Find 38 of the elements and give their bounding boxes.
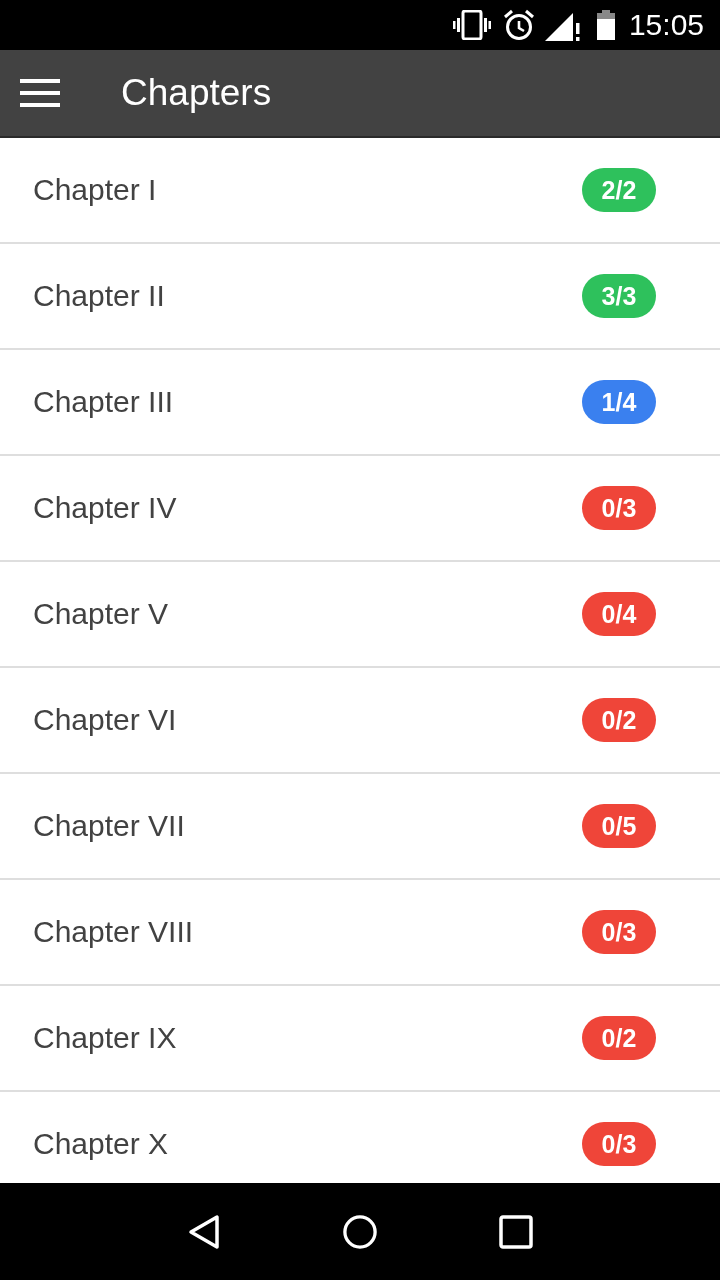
clock-time: 15:05: [628, 8, 704, 42]
chapter-list-item[interactable]: Chapter III 1/4: [0, 350, 720, 456]
chapter-title: Chapter IV: [33, 491, 177, 525]
progress-badge: 0/3: [582, 486, 656, 530]
progress-badge: 0/3: [582, 1122, 656, 1166]
progress-badge: 2/2: [582, 168, 656, 212]
recent-apps-icon[interactable]: [499, 1213, 533, 1250]
chapter-list-item[interactable]: Chapter IX 0/2: [0, 986, 720, 1092]
progress-badge: 3/3: [582, 274, 656, 318]
chapter-title: Chapter V: [33, 597, 169, 631]
back-icon[interactable]: [187, 1213, 221, 1250]
alarm-clock-icon: [502, 9, 535, 41]
chapter-list-item[interactable]: Chapter VI 0/2: [0, 668, 720, 774]
home-icon[interactable]: [343, 1213, 377, 1250]
menu-icon[interactable]: [20, 79, 60, 107]
progress-badge: 1/4: [582, 380, 656, 424]
chapter-title: Chapter VII: [33, 809, 185, 843]
progress-badge: 0/5: [582, 804, 656, 848]
progress-badge: 0/2: [582, 1016, 656, 1060]
chapter-list-item[interactable]: Chapter VIII 0/3: [0, 880, 720, 986]
battery-icon: [596, 10, 615, 40]
vibrate-icon: [452, 10, 491, 40]
chapter-title: Chapter X: [33, 1127, 169, 1161]
chapter-title: Chapter II: [33, 279, 165, 313]
chapter-list-item[interactable]: Chapter IV 0/3: [0, 456, 720, 562]
chapter-list-item[interactable]: Chapter V 0/4: [0, 562, 720, 668]
chapter-title: Chapter VIII: [33, 915, 194, 949]
chapter-list-item[interactable]: Chapter I 2/2: [0, 138, 720, 244]
progress-badge: 0/4: [582, 592, 656, 636]
progress-badge: 0/2: [582, 698, 656, 742]
app-title: Chapters: [121, 72, 272, 114]
chapter-list-item[interactable]: Chapter VII 0/5: [0, 774, 720, 880]
chapter-title: Chapter III: [33, 385, 174, 419]
chapter-title: Chapter IX: [33, 1021, 177, 1055]
progress-badge: 0/3: [582, 910, 656, 954]
chapter-title: Chapter I: [33, 173, 157, 207]
chapter-title: Chapter VI: [33, 703, 177, 737]
chapter-list-item[interactable]: Chapter II 3/3: [0, 244, 720, 350]
